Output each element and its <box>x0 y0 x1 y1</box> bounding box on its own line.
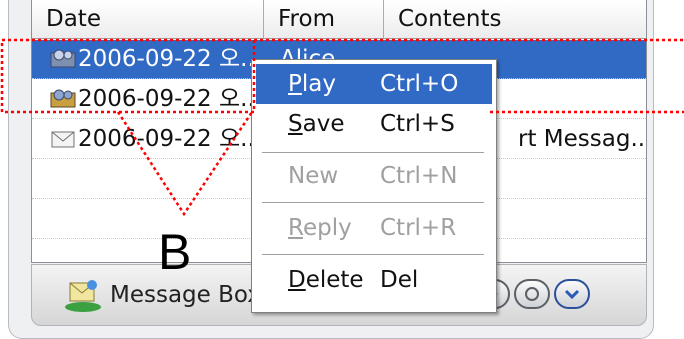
menu-separator <box>262 202 484 204</box>
menu-item-label: Save <box>288 111 345 137</box>
column-header-date[interactable]: Date <box>32 0 264 38</box>
menu-item-save[interactable]: Save Ctrl+S <box>256 104 492 144</box>
menu-item-new[interactable]: New Ctrl+N <box>256 156 492 196</box>
envelope-icon <box>50 129 76 149</box>
annotation-label: B <box>158 224 192 280</box>
menu-item-shortcut: Ctrl+N <box>380 163 458 189</box>
refresh-icon[interactable] <box>514 279 550 309</box>
menu-item-label: Play <box>288 71 336 97</box>
menu-item-label: Reply <box>288 215 352 241</box>
menu-item-reply[interactable]: Reply Ctrl+R <box>256 208 492 248</box>
menu-item-label: Delete <box>288 267 364 293</box>
column-header-contents[interactable]: Contents <box>384 0 646 38</box>
row-date: 2006-09-22 오... <box>78 46 258 72</box>
column-header-from[interactable]: From <box>264 0 384 38</box>
video-message-icon <box>50 49 76 69</box>
menu-separator <box>262 254 484 256</box>
list-header: Date From Contents <box>32 0 646 39</box>
menu-item-shortcut: Ctrl+S <box>380 111 455 137</box>
menu-item-shortcut: Ctrl+O <box>380 71 459 97</box>
menu-item-shortcut: Del <box>380 267 419 293</box>
mailbox-icon <box>62 277 104 313</box>
chevron-down-icon[interactable] <box>554 279 590 309</box>
row-date: 2006-09-22 오... <box>78 86 258 112</box>
menu-item-shortcut: Ctrl+R <box>380 215 457 241</box>
message-box-label: Message Box <box>110 282 261 308</box>
menu-item-label: New <box>288 163 339 189</box>
video-message-icon <box>50 89 76 109</box>
menu-item-play[interactable]: Play Ctrl+O <box>256 64 492 104</box>
row-date: 2006-09-22 오... <box>78 126 258 152</box>
row-contents: rt Messag... <box>518 126 646 152</box>
menu-separator <box>262 152 484 154</box>
menu-item-delete[interactable]: Delete Del <box>256 260 492 300</box>
context-menu: Play Ctrl+O Save Ctrl+S New Ctrl+N Reply… <box>251 59 497 313</box>
